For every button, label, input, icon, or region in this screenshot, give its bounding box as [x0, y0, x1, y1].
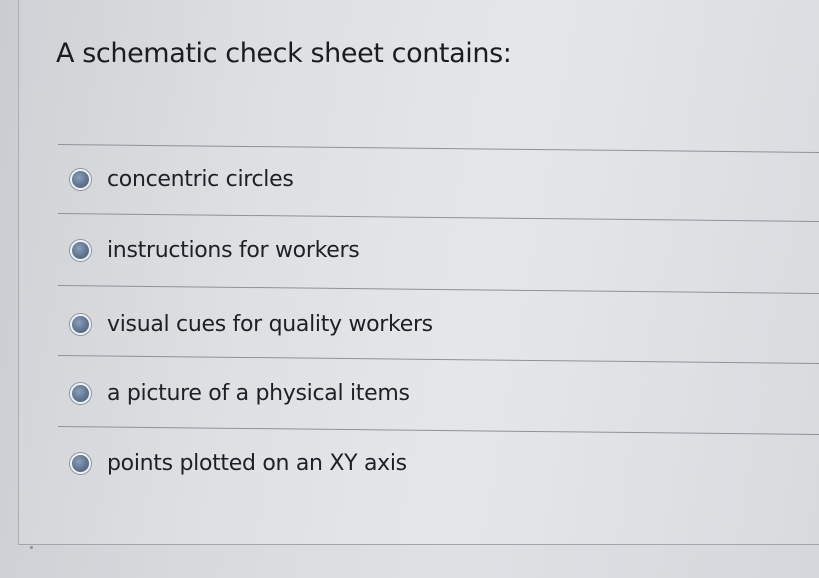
radio-button[interactable] [70, 452, 91, 474]
option-visual-cues[interactable]: visual cues for quality workers [70, 307, 433, 341]
radio-button[interactable] [70, 168, 91, 190]
option-label: visual cues for quality workers [107, 311, 433, 337]
option-label: points plotted on an XY axis [107, 450, 407, 476]
option-picture-of-physical-items[interactable]: a picture of a physical items [70, 376, 410, 410]
option-concentric-circles[interactable]: concentric circles [70, 162, 294, 196]
radio-button[interactable] [70, 313, 91, 335]
decorative-dot [30, 546, 33, 549]
option-instructions-for-workers[interactable]: instructions for workers [70, 233, 360, 267]
question-text: A schematic check sheet contains: [56, 38, 512, 69]
radio-button[interactable] [70, 239, 91, 261]
option-points-plotted[interactable]: points plotted on an XY axis [70, 446, 407, 480]
option-label: instructions for workers [107, 237, 360, 263]
option-label: a picture of a physical items [107, 380, 410, 406]
radio-button[interactable] [70, 382, 91, 404]
option-label: concentric circles [107, 166, 294, 192]
